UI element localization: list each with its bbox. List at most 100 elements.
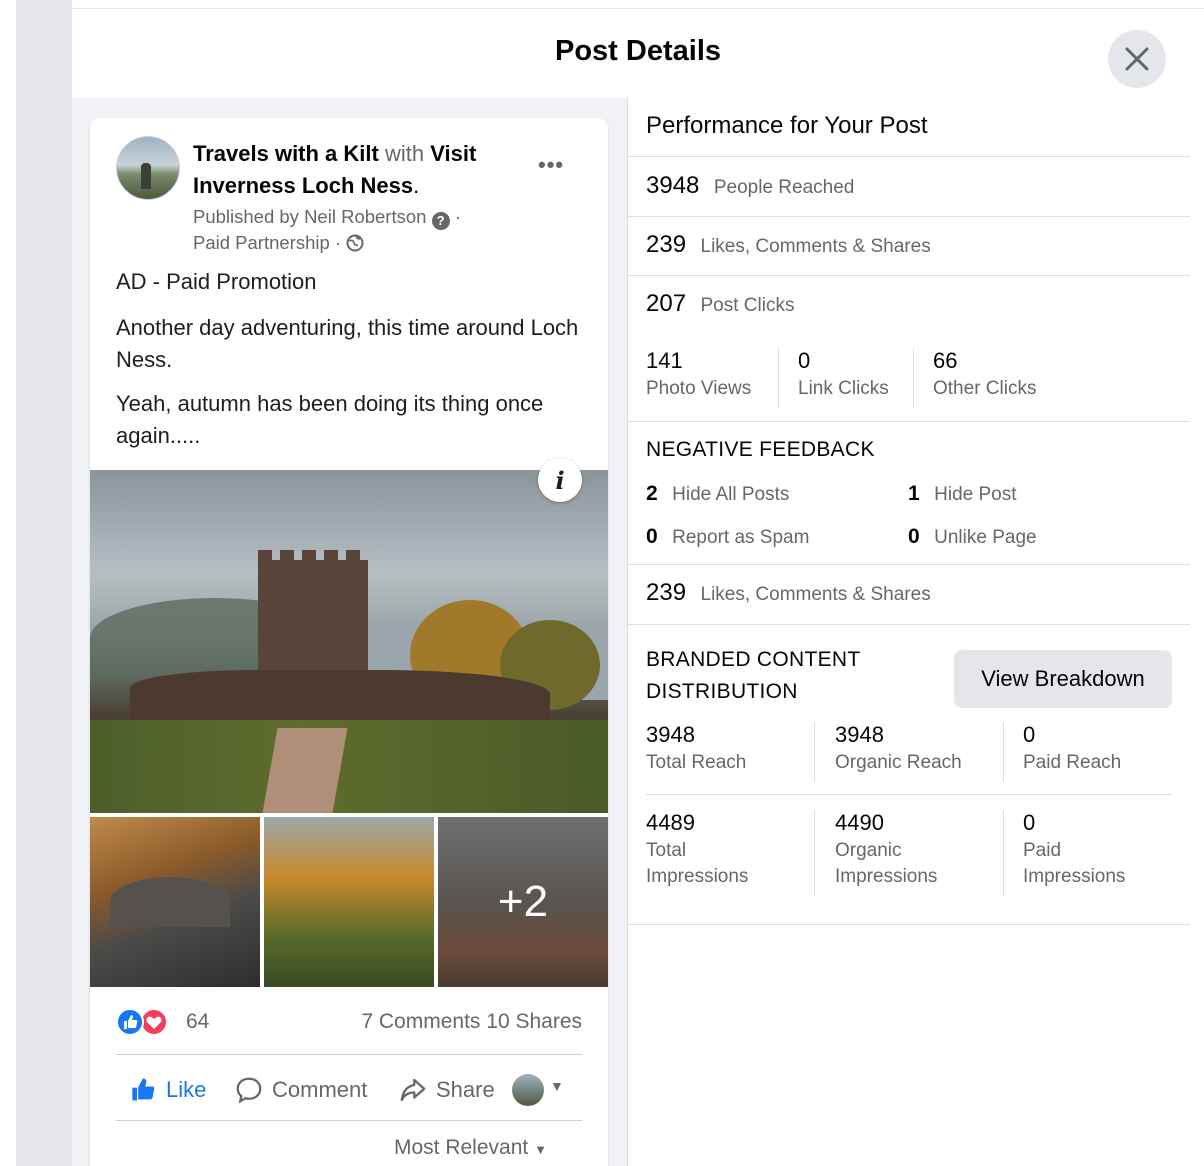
report-spam-stat: 0 Report as Spam bbox=[646, 525, 809, 549]
stat-value: 0 bbox=[1023, 810, 1036, 835]
comment-button[interactable]: Comment bbox=[234, 1068, 367, 1112]
page-background-strip bbox=[16, 0, 72, 1166]
like-label: Like bbox=[166, 1077, 207, 1102]
stat-label: Organic bbox=[835, 840, 902, 861]
stat-label: Paid Reach bbox=[1023, 752, 1122, 773]
divider bbox=[646, 794, 1172, 795]
engagement-value: 239 bbox=[646, 579, 687, 606]
unlike-page-stat: 0 Unlike Page bbox=[908, 525, 1037, 549]
like-reaction-icon[interactable] bbox=[116, 1008, 144, 1036]
comment-sort-dropdown[interactable]: Most Relevant ▼ bbox=[394, 1136, 547, 1160]
divider bbox=[913, 348, 914, 408]
divider bbox=[814, 810, 815, 896]
page-background bbox=[0, 0, 16, 1166]
divider bbox=[628, 421, 1190, 422]
reactions-summary: 64 7 Comments 10 Shares bbox=[116, 1006, 582, 1036]
stat-label: Impressions bbox=[1023, 866, 1126, 887]
post-main-photo[interactable] bbox=[90, 470, 608, 813]
modal-title: Post Details bbox=[555, 35, 721, 67]
stat-value: 4489 bbox=[646, 810, 695, 835]
love-reaction-icon[interactable] bbox=[140, 1008, 168, 1036]
more-options-icon[interactable]: ••• bbox=[538, 152, 564, 178]
comment-label: Comment bbox=[272, 1077, 368, 1102]
published-by: Published by Neil Robertson bbox=[193, 206, 427, 227]
stat-label: Photo Views bbox=[646, 378, 752, 399]
more-photos-count: +2 bbox=[497, 877, 549, 926]
divider bbox=[628, 564, 1190, 565]
page-avatar[interactable] bbox=[116, 136, 180, 200]
divider bbox=[778, 348, 779, 408]
share-button[interactable]: Share bbox=[398, 1068, 495, 1112]
divider bbox=[628, 216, 1190, 217]
post-paragraph: AD - Paid Promotion bbox=[116, 269, 317, 294]
stat-label: Unlike Page bbox=[934, 527, 1037, 548]
stat-value: 0 bbox=[1023, 722, 1036, 747]
post-paragraph: Another day adventuring, this time aroun… bbox=[116, 315, 579, 372]
branded-content-title: BRANDED CONTENT DISTRIBUTION bbox=[646, 644, 861, 708]
total-reach-stat: 3948 Total Reach bbox=[646, 720, 746, 776]
post-card: Travels with a Kilt with Visit Inverness… bbox=[90, 118, 608, 1166]
post-meta: Published by Neil Robertson ? · Paid Par… bbox=[193, 206, 461, 253]
post-as-avatar[interactable] bbox=[512, 1074, 544, 1106]
performance-panel: Performance for Your Post 3948 People Re… bbox=[628, 98, 1204, 1166]
photo-thumbnail[interactable] bbox=[90, 817, 260, 987]
paid-partnership-label[interactable]: Paid Partnership · bbox=[193, 232, 341, 253]
modal-header: Post Details bbox=[72, 8, 1204, 98]
link-clicks-stat: 0 Link Clicks bbox=[798, 346, 889, 402]
post-preview-column: Travels with a Kilt with Visit Inverness… bbox=[72, 98, 628, 1166]
info-icon[interactable]: i bbox=[538, 458, 582, 502]
divider bbox=[116, 1054, 582, 1055]
stat-label: Total bbox=[646, 840, 687, 861]
photo-thumbnail-more[interactable]: +2 bbox=[438, 817, 608, 987]
comment-icon bbox=[236, 1077, 262, 1104]
divider bbox=[628, 156, 1190, 157]
photo-grid: +2 bbox=[90, 817, 608, 987]
share-icon bbox=[400, 1078, 426, 1102]
people-reached-label: People Reached bbox=[713, 177, 855, 198]
thumbs-up-icon bbox=[132, 1078, 155, 1101]
total-impressions-stat: 4489 Total Impressions bbox=[646, 808, 748, 890]
engagement-label: Likes, Comments & Shares bbox=[700, 584, 931, 605]
paid-reach-stat: 0 Paid Reach bbox=[1023, 720, 1121, 776]
divider bbox=[1003, 722, 1004, 782]
close-icon bbox=[1125, 47, 1149, 71]
divider bbox=[1003, 810, 1004, 896]
post-clicks-label: Post Clicks bbox=[700, 295, 795, 316]
post-paragraph: Yeah, autumn has been doing its thing on… bbox=[116, 391, 544, 448]
engagement-stat: 239 Likes, Comments & Shares bbox=[646, 231, 931, 259]
view-breakdown-button[interactable]: View Breakdown bbox=[954, 650, 1172, 708]
paid-impressions-stat: 0 Paid Impressions bbox=[1023, 808, 1125, 890]
post-author-line: Travels with a Kilt with Visit Inverness… bbox=[193, 141, 477, 198]
photo-thumbnail[interactable] bbox=[264, 817, 434, 987]
post-clicks-value: 207 bbox=[646, 290, 687, 317]
engagement-stat-2: 239 Likes, Comments & Shares bbox=[646, 579, 931, 607]
stat-label: Hide All Posts bbox=[672, 484, 790, 505]
stat-value: 141 bbox=[646, 348, 683, 373]
stat-value: 0 bbox=[908, 525, 920, 548]
chevron-down-icon[interactable]: ▼ bbox=[550, 1078, 564, 1094]
like-button[interactable]: Like bbox=[130, 1068, 206, 1112]
stat-label: Link Clicks bbox=[798, 378, 889, 399]
help-icon[interactable]: ? bbox=[431, 212, 450, 230]
other-clicks-stat: 66 Other Clicks bbox=[933, 346, 1036, 402]
stat-label: Hide Post bbox=[934, 484, 1017, 505]
close-button[interactable] bbox=[1108, 30, 1166, 88]
stat-value: 3948 bbox=[835, 722, 884, 747]
shares-count[interactable]: 10 Shares bbox=[486, 1010, 582, 1033]
stat-value: 66 bbox=[933, 348, 958, 373]
divider bbox=[814, 722, 815, 782]
stat-value: 4490 bbox=[835, 810, 884, 835]
comments-shares-count: 7 Comments 10 Shares bbox=[361, 1010, 582, 1034]
chevron-down-icon: ▼ bbox=[534, 1142, 547, 1157]
stat-label: Other Clicks bbox=[933, 378, 1037, 399]
stat-label: Paid bbox=[1023, 840, 1062, 861]
stat-label: Report as Spam bbox=[672, 527, 810, 548]
stat-label: Organic Reach bbox=[835, 752, 962, 773]
engagement-value: 239 bbox=[646, 231, 687, 258]
reaction-count[interactable]: 64 bbox=[186, 1010, 209, 1034]
comments-count[interactable]: 7 Comments bbox=[361, 1010, 480, 1033]
post-actions: Like Comment Share ▼ bbox=[116, 1068, 582, 1112]
divider bbox=[628, 275, 1190, 276]
divider bbox=[628, 924, 1190, 925]
author-name[interactable]: Travels with a Kilt bbox=[193, 141, 379, 166]
